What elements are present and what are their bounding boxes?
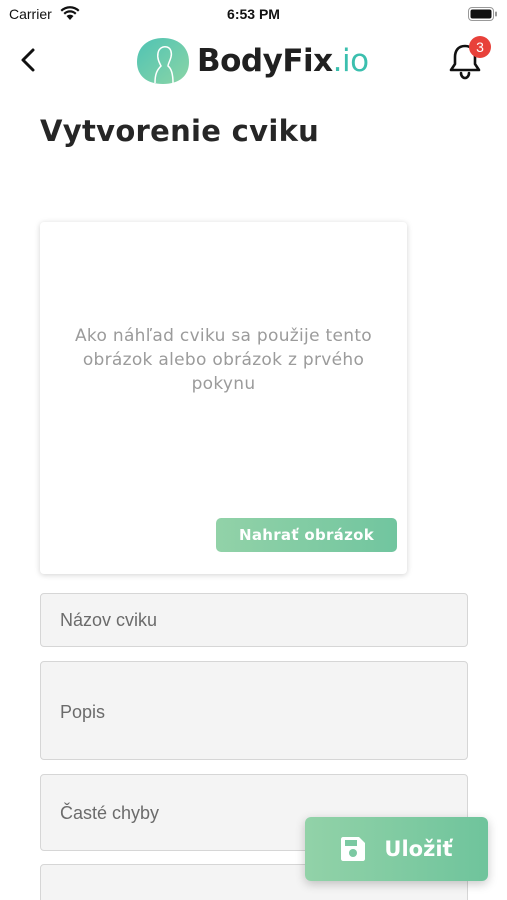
page-title: Vytvorenie cviku [40,114,320,148]
save-label: Uložiť [384,837,453,861]
brand-wordmark: BodyFix.io [197,43,369,79]
brand: BodyFix.io [135,36,369,86]
image-hint-text: Ako náhľad cviku sa použije tento obrázo… [75,326,372,394]
top-navigation: BodyFix.io 3 [0,30,507,90]
notifications-button[interactable]: 3 [443,36,491,82]
exercise-name-placeholder: Názov cviku [60,610,158,630]
save-button[interactable]: Uložiť [305,817,488,881]
upload-image-button[interactable]: Nahrať obrázok [216,518,397,552]
common-mistakes-placeholder: Časté chyby [60,803,160,823]
chevron-left-icon [21,48,35,72]
exercise-name-field[interactable]: Názov cviku [40,593,468,647]
floppy-disk-icon [341,837,366,861]
notification-badge: 3 [469,36,491,58]
description-field[interactable]: Popis [40,661,468,760]
description-placeholder: Popis [60,702,106,722]
status-time: 6:53 PM [227,6,280,22]
bodyfix-logo [137,38,189,84]
brand-suffix: .io [332,43,369,79]
battery-icon [468,7,497,21]
brand-name: BodyFix [197,43,333,79]
back-button[interactable] [14,42,44,78]
status-bar: Carrier 6:53 PM [0,0,507,30]
image-preview-card: Ako náhľad cviku sa použije tento obrázo… [40,222,407,574]
